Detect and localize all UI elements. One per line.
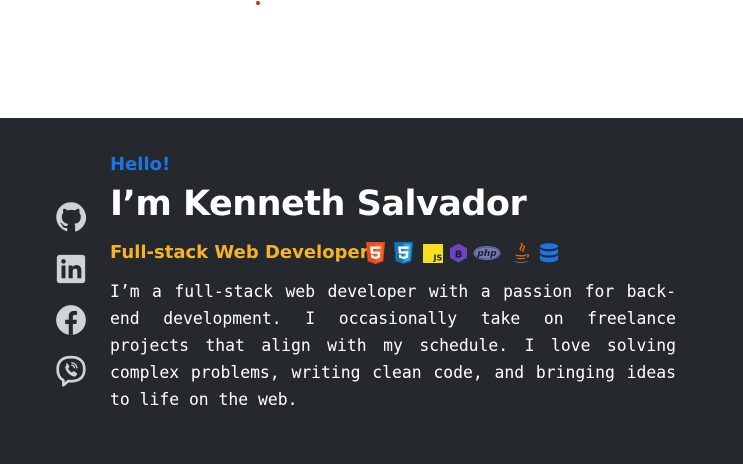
- linkedin-icon: [56, 254, 86, 284]
- viber-link[interactable]: [54, 354, 88, 388]
- role-title: Full-stack Web Developer: [110, 242, 369, 263]
- viber-icon: [56, 355, 86, 387]
- js-label: JS: [433, 254, 443, 263]
- javascript-icon: JS: [422, 242, 444, 264]
- bootstrap-label: B: [455, 250, 463, 261]
- github-icon: [56, 202, 87, 232]
- java-icon: [512, 242, 530, 264]
- page-title: I’m Kenneth Salvador: [110, 184, 527, 224]
- facebook-link[interactable]: [54, 303, 88, 337]
- red-dot: [256, 1, 260, 5]
- bootstrap-icon: B: [448, 242, 469, 264]
- facebook-icon: [56, 305, 86, 335]
- css3-icon: [394, 242, 413, 264]
- github-link[interactable]: [54, 200, 88, 234]
- linkedin-link[interactable]: [54, 252, 88, 286]
- html5-icon: [366, 242, 385, 264]
- hero-section: Hello! I’m Kenneth Salvador Full-stack W…: [0, 118, 743, 464]
- php-label: php: [476, 249, 497, 259]
- greeting: Hello!: [110, 154, 171, 175]
- bio-paragraph: I’m a full-stack web developer with a pa…: [110, 282, 676, 409]
- database-icon: [538, 242, 560, 264]
- php-icon: php: [472, 242, 502, 264]
- top-white-area: [0, 0, 743, 118]
